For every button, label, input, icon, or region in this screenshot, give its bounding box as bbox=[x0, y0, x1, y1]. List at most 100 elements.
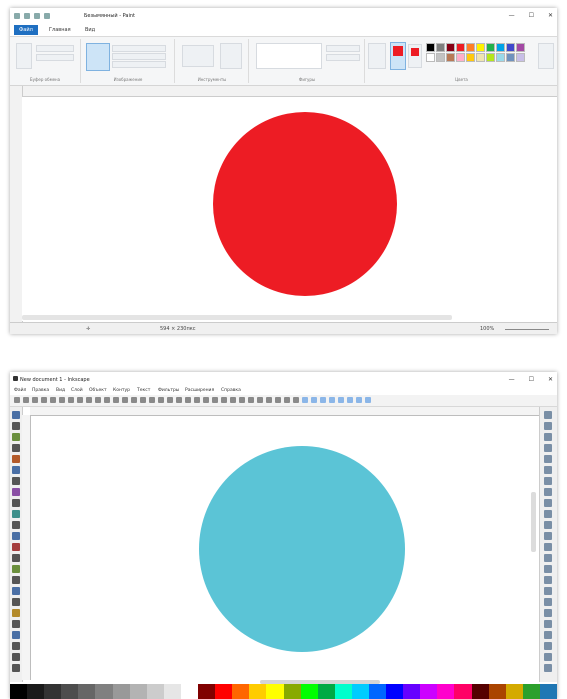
control-icon[interactable] bbox=[122, 397, 128, 403]
tool-icon[interactable] bbox=[12, 411, 20, 419]
control-icon[interactable] bbox=[50, 397, 56, 403]
command-icon[interactable] bbox=[544, 477, 552, 485]
command-icon[interactable] bbox=[544, 576, 552, 584]
control-icon[interactable] bbox=[239, 397, 245, 403]
color-swatch[interactable] bbox=[249, 684, 267, 699]
undo-icon[interactable] bbox=[34, 13, 40, 19]
control-icon[interactable] bbox=[14, 397, 20, 403]
command-icon[interactable] bbox=[544, 620, 552, 628]
control-icon[interactable] bbox=[77, 397, 83, 403]
color-swatch[interactable] bbox=[505, 684, 523, 699]
control-icon[interactable] bbox=[293, 397, 299, 403]
minimize-icon[interactable]: — bbox=[509, 376, 515, 383]
tool-icon[interactable] bbox=[12, 609, 20, 617]
color-swatch[interactable] bbox=[112, 684, 130, 699]
command-icon[interactable] bbox=[544, 455, 552, 463]
tool-icon[interactable] bbox=[12, 521, 20, 529]
tool-icon[interactable] bbox=[12, 576, 20, 584]
color-swatch[interactable] bbox=[334, 684, 352, 699]
command-icon[interactable] bbox=[544, 565, 552, 573]
tab-home[interactable]: Главная bbox=[44, 25, 76, 35]
color-swatch[interactable] bbox=[129, 684, 147, 699]
command-icon[interactable] bbox=[544, 631, 552, 639]
tools-palette[interactable] bbox=[182, 45, 214, 67]
menu-item[interactable]: Объект bbox=[89, 388, 107, 393]
command-icon[interactable] bbox=[544, 411, 552, 419]
control-icon[interactable] bbox=[185, 397, 191, 403]
color-swatch[interactable] bbox=[436, 53, 445, 62]
color-swatch[interactable] bbox=[506, 53, 515, 62]
command-icon[interactable] bbox=[544, 554, 552, 562]
control-icon[interactable] bbox=[302, 397, 308, 403]
color-swatch[interactable] bbox=[516, 43, 525, 52]
control-icon[interactable] bbox=[131, 397, 137, 403]
command-icon[interactable] bbox=[544, 664, 552, 672]
color-swatch[interactable] bbox=[456, 53, 465, 62]
color-swatch[interactable] bbox=[420, 684, 438, 699]
color-swatch[interactable] bbox=[506, 43, 515, 52]
control-icon[interactable] bbox=[167, 397, 173, 403]
menu-item[interactable]: Вид bbox=[56, 388, 65, 393]
command-icon[interactable] bbox=[544, 433, 552, 441]
control-icon[interactable] bbox=[104, 397, 110, 403]
control-icon[interactable] bbox=[266, 397, 272, 403]
color-swatch[interactable] bbox=[78, 684, 96, 699]
color-swatch[interactable] bbox=[476, 43, 485, 52]
color-swatch[interactable] bbox=[163, 684, 181, 699]
copy-button[interactable] bbox=[36, 54, 74, 61]
maximize-icon[interactable]: ☐ bbox=[529, 376, 534, 383]
control-icon[interactable] bbox=[203, 397, 209, 403]
command-icon[interactable] bbox=[544, 499, 552, 507]
color-swatch[interactable] bbox=[317, 684, 335, 699]
tool-icon[interactable] bbox=[12, 477, 20, 485]
control-icon[interactable] bbox=[338, 397, 344, 403]
color-swatch[interactable] bbox=[95, 684, 113, 699]
control-icon[interactable] bbox=[95, 397, 101, 403]
color-swatch[interactable] bbox=[426, 43, 435, 52]
close-icon[interactable]: ✕ bbox=[548, 376, 553, 383]
color-swatch[interactable] bbox=[488, 684, 506, 699]
control-icon[interactable] bbox=[221, 397, 227, 403]
save-icon[interactable] bbox=[24, 13, 30, 19]
control-icon[interactable] bbox=[140, 397, 146, 403]
color-swatch[interactable] bbox=[426, 53, 435, 62]
color-swatch[interactable] bbox=[61, 684, 79, 699]
command-icon[interactable] bbox=[544, 422, 552, 430]
zoom-slider[interactable] bbox=[505, 329, 549, 330]
menu-item[interactable]: Справка bbox=[221, 388, 241, 393]
tool-icon[interactable] bbox=[12, 499, 20, 507]
color-swatch[interactable] bbox=[180, 684, 199, 699]
command-icon[interactable] bbox=[544, 598, 552, 606]
color-swatch[interactable] bbox=[300, 684, 318, 699]
menu-item[interactable]: Контур bbox=[113, 388, 130, 393]
blue-circle[interactable] bbox=[199, 446, 405, 652]
control-icon[interactable] bbox=[320, 397, 326, 403]
control-icon[interactable] bbox=[257, 397, 263, 403]
color-swatch[interactable] bbox=[486, 43, 495, 52]
control-icon[interactable] bbox=[356, 397, 362, 403]
tool-icon[interactable] bbox=[12, 433, 20, 441]
color-swatch[interactable] bbox=[446, 43, 455, 52]
maximize-icon[interactable]: ☐ bbox=[529, 12, 534, 19]
control-icon[interactable] bbox=[284, 397, 290, 403]
color-swatch[interactable] bbox=[436, 43, 445, 52]
tab-view[interactable]: Вид bbox=[80, 25, 100, 35]
color-swatch[interactable] bbox=[466, 43, 475, 52]
control-icon[interactable] bbox=[212, 397, 218, 403]
color-swatch[interactable] bbox=[10, 684, 28, 699]
color-swatch[interactable] bbox=[516, 53, 525, 62]
color-swatch[interactable] bbox=[351, 684, 369, 699]
color2-button[interactable] bbox=[408, 44, 422, 68]
tool-icon[interactable] bbox=[12, 631, 20, 639]
control-icon[interactable] bbox=[365, 397, 371, 403]
control-icon[interactable] bbox=[194, 397, 200, 403]
control-icon[interactable] bbox=[311, 397, 317, 403]
rotate-button[interactable] bbox=[112, 61, 166, 68]
tool-icon[interactable] bbox=[12, 565, 20, 573]
crop-button[interactable] bbox=[112, 45, 166, 52]
menu-item[interactable]: Текст bbox=[137, 388, 150, 393]
menu-item[interactable]: Фильтры bbox=[158, 388, 179, 393]
color-swatch[interactable] bbox=[386, 684, 404, 699]
control-icon[interactable] bbox=[86, 397, 92, 403]
color-swatch[interactable] bbox=[539, 684, 557, 699]
